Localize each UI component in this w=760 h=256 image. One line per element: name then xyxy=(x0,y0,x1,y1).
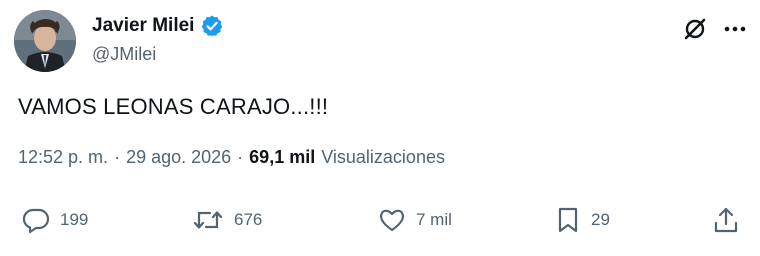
author-display-name[interactable]: Javier Milei xyxy=(92,15,194,37)
tweet-text: VAMOS LEONAS CARAJO...!!! xyxy=(18,94,329,119)
avatar[interactable] xyxy=(14,10,76,72)
share-button[interactable] xyxy=(712,206,740,234)
views-count: 69,1 mil xyxy=(249,147,316,167)
bookmark-button[interactable]: 29 xyxy=(555,206,610,234)
views-label[interactable]: Visualizaciones xyxy=(321,147,445,168)
like-icon xyxy=(378,206,406,234)
avatar-image xyxy=(14,10,76,72)
meta-separator: · xyxy=(114,147,121,167)
more-icon[interactable] xyxy=(724,25,746,33)
tweet-time[interactable]: 12:52 p. m. xyxy=(18,147,108,168)
retweet-icon xyxy=(192,206,224,234)
share-icon xyxy=(712,206,740,234)
like-count: 7 mil xyxy=(416,210,452,229)
reply-button[interactable]: 199 xyxy=(22,206,88,234)
retweet-count: 676 xyxy=(234,210,263,229)
author-handle[interactable]: @JMilei xyxy=(92,44,156,65)
reply-icon xyxy=(22,206,50,234)
action-bar: 199 676 7 mil 29 xyxy=(0,206,760,246)
bookmark-icon xyxy=(555,206,581,234)
like-button[interactable]: 7 mil xyxy=(378,206,452,234)
bookmark-count: 29 xyxy=(591,210,610,229)
grok-icon[interactable] xyxy=(682,16,708,42)
reply-count: 199 xyxy=(60,210,89,229)
top-actions xyxy=(682,16,746,42)
meta-separator: · xyxy=(237,147,244,167)
tweet-meta: 12:52 p. m. · 29 ago. 2026 · 69,1 mil Vi… xyxy=(18,147,445,168)
verified-badge-icon xyxy=(200,14,224,38)
author-name-row: Javier Milei xyxy=(92,14,224,38)
tweet-date[interactable]: 29 ago. 2026 xyxy=(126,147,231,168)
retweet-button[interactable]: 676 xyxy=(192,206,262,234)
